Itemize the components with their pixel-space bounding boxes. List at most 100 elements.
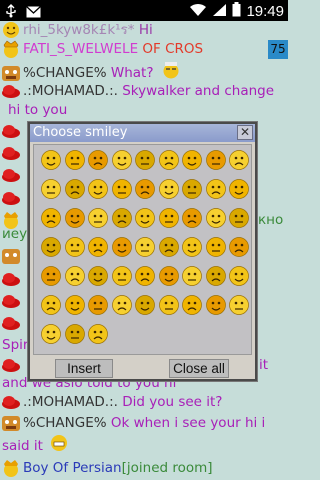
nick[interactable]: %CHANGE% [23, 65, 107, 81]
wifi-icon [189, 3, 207, 21]
smiley-option-icon[interactable] [64, 178, 86, 200]
smiley-option-icon[interactable] [111, 207, 133, 229]
chat-message[interactable]: rhi_5kyw8k£k¹ร* Hi [0, 21, 288, 40]
smiley-option-icon[interactable] [111, 178, 133, 200]
red-cap-avatar[interactable] [1, 144, 21, 162]
smiley-option-icon[interactable] [158, 207, 180, 229]
smiley-option-icon[interactable] [158, 294, 180, 316]
smiley-option-icon[interactable] [111, 236, 133, 258]
nick[interactable]: .:MOHAMAD.:. [23, 394, 118, 410]
smiley-option-icon[interactable] [111, 265, 133, 287]
smiley-option-icon[interactable] [40, 207, 62, 229]
nick[interactable]: Spir [2, 337, 28, 353]
insert-button[interactable]: Insert [55, 359, 113, 378]
smiley-option-icon[interactable] [181, 178, 203, 200]
smiley-option-icon[interactable] [40, 149, 62, 171]
smiley-option-icon[interactable] [134, 236, 156, 258]
smiley-option-icon[interactable] [87, 323, 109, 345]
smiley-option-icon[interactable] [205, 236, 227, 258]
red-cap-avatar[interactable] [1, 356, 21, 374]
nick[interactable]: %CHANGE% [23, 415, 107, 431]
nick[interactable]: Boy Of Persian [23, 460, 122, 476]
smiley-option-icon[interactable] [87, 294, 109, 316]
smiley-option-icon[interactable] [228, 236, 250, 258]
smiley-option-icon[interactable] [40, 323, 62, 345]
nick[interactable]: .:MOHAMAD.:. [23, 83, 118, 99]
smiley-option-icon[interactable] [40, 265, 62, 287]
smiley-option-icon[interactable] [87, 178, 109, 200]
smiley-option-icon[interactable] [181, 265, 203, 287]
smiley-option-icon[interactable] [40, 236, 62, 258]
smiley-option-icon[interactable] [87, 149, 109, 171]
smiley-option-icon[interactable] [181, 149, 203, 171]
chat-message[interactable]: .:MOHAMAD.:. Skywalker and change [0, 82, 288, 101]
red-cap-avatar[interactable] [1, 292, 21, 310]
smiley-option-icon[interactable] [181, 294, 203, 316]
smiley-option-icon[interactable] [181, 207, 203, 229]
smiley-option-icon[interactable] [158, 178, 180, 200]
choose-smiley-dialog[interactable]: Choose smiley ✕ Insert Close all [28, 122, 257, 381]
smiley-option-icon[interactable] [87, 236, 109, 258]
smiley-option-icon[interactable] [181, 236, 203, 258]
smiley-option-icon[interactable] [228, 178, 250, 200]
red-cap-avatar[interactable] [1, 82, 21, 100]
smiley-option-icon[interactable] [205, 294, 227, 316]
smiley-option-icon[interactable] [228, 149, 250, 171]
red-cap-avatar[interactable] [1, 393, 21, 411]
chat-message-continuation: hi to you [0, 101, 288, 120]
smiley-option-icon[interactable] [158, 149, 180, 171]
red-cap-avatar[interactable] [1, 122, 21, 140]
grin-smiley-icon [49, 434, 69, 458]
message-text: hi to you [8, 102, 68, 118]
nick[interactable]: rhi_5kyw8k£k¹ร* [23, 22, 135, 38]
smiley-option-icon[interactable] [87, 265, 109, 287]
smiley-option-icon[interactable] [205, 178, 227, 200]
smiley-option-icon[interactable] [111, 149, 133, 171]
smiley-option-icon[interactable] [64, 265, 86, 287]
message-text: Did you see it? [117, 394, 223, 410]
red-cap-avatar[interactable] [1, 166, 21, 184]
message-text: said it [2, 438, 43, 454]
smiley-grid[interactable] [33, 144, 252, 355]
smiley-option-icon[interactable] [40, 294, 62, 316]
smiley-option-icon[interactable] [134, 294, 156, 316]
crown-avatar[interactable] [1, 40, 21, 58]
chat-message[interactable]: .:MOHAMAD.:. Did you see it? [0, 393, 288, 412]
nick[interactable]: FATI_S_WELWELE [23, 41, 138, 57]
crown-avatar[interactable] [1, 459, 21, 477]
close-icon[interactable]: ✕ [237, 125, 253, 140]
smiley-option-icon[interactable] [228, 265, 250, 287]
smiley-option-icon[interactable] [134, 178, 156, 200]
red-cap-avatar[interactable] [1, 314, 21, 332]
smiley-option-icon[interactable] [134, 207, 156, 229]
smiley-option-icon[interactable] [205, 207, 227, 229]
avatar[interactable] [1, 64, 21, 82]
chat-message[interactable]: Boy Of Persian[joined room] [0, 459, 288, 478]
chat-message[interactable]: %CHANGE% Ok when i see your hi i [0, 414, 288, 433]
close-all-button[interactable]: Close all [169, 359, 229, 378]
smiley-option-icon[interactable] [134, 265, 156, 287]
smiley-option-icon[interactable] [158, 236, 180, 258]
smiley-option-icon[interactable] [228, 207, 250, 229]
smiley-option-icon[interactable] [87, 207, 109, 229]
smiley-option-icon[interactable] [111, 294, 133, 316]
smiley-option-icon[interactable] [158, 265, 180, 287]
avatar[interactable] [1, 21, 21, 39]
smiley-option-icon[interactable] [64, 323, 86, 345]
red-cap-avatar[interactable] [1, 189, 21, 207]
smiley-option-icon[interactable] [228, 294, 250, 316]
smiley-option-icon[interactable] [40, 178, 62, 200]
smiley-option-icon[interactable] [64, 207, 86, 229]
red-cap-avatar[interactable] [1, 270, 21, 288]
smiley-option-icon[interactable] [134, 149, 156, 171]
chat-message[interactable]: FATI_S_WELWELE OF CROS 75 [0, 40, 288, 59]
message-text: OF CROS [138, 41, 204, 57]
smiley-option-icon[interactable] [64, 236, 86, 258]
message-text: What? [106, 65, 154, 81]
avatar[interactable] [1, 247, 21, 265]
smiley-option-icon[interactable] [64, 149, 86, 171]
smiley-option-icon[interactable] [205, 149, 227, 171]
avatar[interactable] [1, 414, 21, 432]
smiley-option-icon[interactable] [64, 294, 86, 316]
smiley-option-icon[interactable] [205, 265, 227, 287]
